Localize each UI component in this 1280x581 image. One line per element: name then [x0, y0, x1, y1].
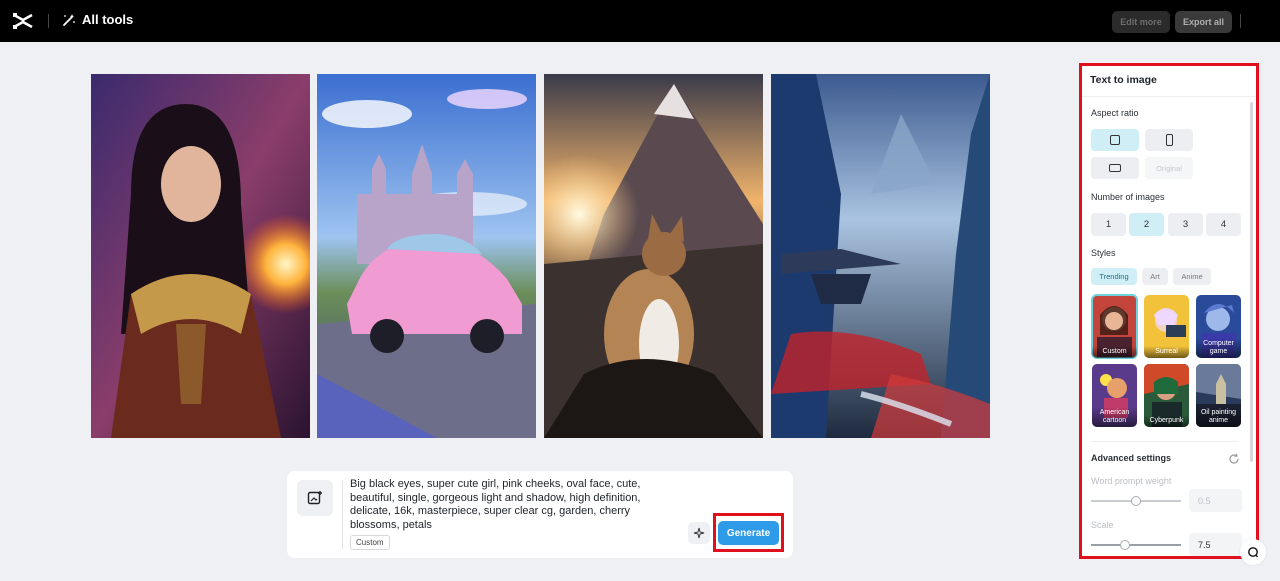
- landscape-icon: [1109, 164, 1121, 172]
- upload-image-button[interactable]: [297, 480, 333, 516]
- capcut-logo-icon[interactable]: [12, 11, 34, 31]
- scale-value[interactable]: 7.5: [1189, 533, 1242, 556]
- word-prompt-weight-value[interactable]: 0.5: [1189, 489, 1242, 512]
- ratio-original-option[interactable]: Original: [1145, 157, 1193, 179]
- square-icon: [1110, 135, 1120, 145]
- panel-title: Text to image: [1090, 74, 1157, 86]
- topbar-divider-right: [1240, 14, 1241, 28]
- prompt-box: Big black eyes, super cute girl, pink ch…: [287, 471, 793, 558]
- style-label: Computer game: [1196, 338, 1241, 358]
- style-american-cartoon[interactable]: American cartoon: [1092, 364, 1137, 427]
- slider-knob[interactable]: [1120, 540, 1131, 550]
- number-option-2[interactable]: 2: [1129, 213, 1164, 236]
- generated-image-2[interactable]: [317, 74, 536, 438]
- top-bar: All tools Edit more Export all: [0, 0, 1280, 42]
- slider-knob[interactable]: [1131, 496, 1141, 506]
- number-option-4[interactable]: 4: [1206, 213, 1241, 236]
- generated-image-3[interactable]: [544, 74, 763, 438]
- number-option-3[interactable]: 3: [1168, 213, 1203, 236]
- all-tools-button[interactable]: All tools: [62, 12, 133, 27]
- help-button[interactable]: [1240, 539, 1266, 565]
- style-cyberpunk[interactable]: Cyberpunk: [1144, 364, 1189, 427]
- export-all-button[interactable]: Export all: [1175, 11, 1232, 33]
- generate-button[interactable]: Generate: [718, 521, 779, 545]
- style-label: Cyberpunk: [1144, 414, 1189, 427]
- prompt-divider: [342, 481, 343, 549]
- panel-scrollbar[interactable]: [1250, 102, 1253, 462]
- aspect-ratio-label: Aspect ratio: [1091, 108, 1139, 118]
- number-option-1[interactable]: 1: [1091, 213, 1126, 236]
- style-label: Custom: [1092, 345, 1137, 358]
- tab-anime[interactable]: Anime: [1173, 268, 1211, 285]
- styles-label: Styles: [1091, 248, 1116, 258]
- style-surreal[interactable]: Surreal: [1144, 295, 1189, 358]
- text-to-image-panel: Text to image Aspect ratio Original Numb…: [1082, 66, 1256, 556]
- tab-trending[interactable]: Trending: [1091, 268, 1137, 285]
- generated-image-4[interactable]: [771, 74, 990, 438]
- ratio-landscape-option[interactable]: [1091, 157, 1139, 179]
- magic-wand-icon: [63, 13, 75, 26]
- reset-icon[interactable]: [1228, 453, 1240, 465]
- word-prompt-weight-label: Word prompt weight: [1091, 476, 1172, 486]
- tab-art[interactable]: Art: [1142, 268, 1168, 285]
- ratio-portrait-option[interactable]: [1145, 129, 1193, 151]
- generated-image-1[interactable]: [91, 74, 310, 438]
- style-label: Surreal: [1144, 345, 1189, 358]
- style-computer-game[interactable]: Computer game: [1196, 295, 1241, 358]
- enhance-prompt-button[interactable]: [688, 522, 710, 544]
- scale-slider[interactable]: [1091, 540, 1181, 550]
- prompt-input[interactable]: Big black eyes, super cute girl, pink ch…: [350, 478, 660, 532]
- ratio-square-option[interactable]: [1091, 129, 1139, 151]
- word-prompt-weight-slider[interactable]: [1091, 496, 1181, 506]
- style-label: American cartoon: [1092, 407, 1137, 427]
- panel-header-divider: [1082, 96, 1256, 97]
- number-of-images-label: Number of images: [1091, 192, 1165, 202]
- style-tag[interactable]: Custom: [350, 535, 390, 550]
- chat-help-icon: [1248, 547, 1259, 558]
- image-add-icon: [307, 491, 322, 505]
- scale-label: Scale: [1091, 520, 1114, 530]
- sparkle-icon: [693, 527, 705, 539]
- portrait-icon: [1165, 134, 1173, 146]
- all-tools-label: All tools: [82, 12, 134, 27]
- advanced-divider: [1091, 441, 1239, 442]
- style-oil-painting-anime[interactable]: Oil painting anime: [1196, 364, 1241, 427]
- topbar-divider: [48, 14, 49, 28]
- style-custom[interactable]: Custom: [1091, 294, 1138, 359]
- advanced-settings-label: Advanced settings: [1091, 453, 1172, 463]
- edit-more-button[interactable]: Edit more: [1112, 11, 1170, 33]
- style-label: Oil painting anime: [1196, 407, 1241, 427]
